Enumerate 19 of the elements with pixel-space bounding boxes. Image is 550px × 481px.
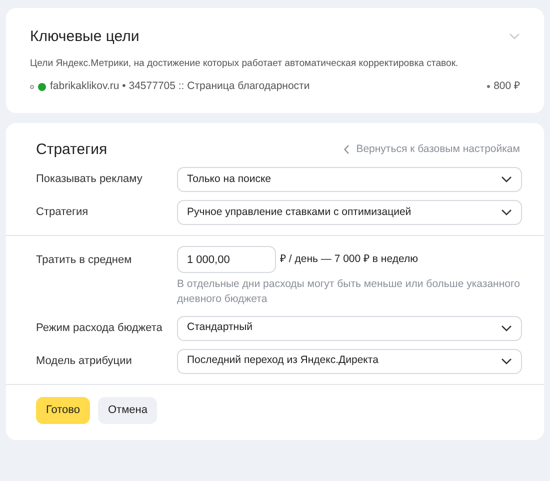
section-title: Ключевые цели bbox=[30, 27, 140, 47]
dropdown-field[interactable]: Ручное управление ставками с оптимизацией bbox=[177, 200, 522, 226]
goal-value: 800 ₽ bbox=[494, 78, 520, 94]
field-label: Показывать рекламу bbox=[36, 172, 144, 188]
dropdown-field[interactable]: Только на поиске bbox=[177, 167, 522, 192]
done-button[interactable]: Готово bbox=[36, 396, 90, 424]
dropdown-field[interactable]: Стандартный bbox=[177, 316, 522, 341]
field-label: Тратить в среднем bbox=[36, 253, 133, 268]
field-label: Режим расхода бюджета bbox=[36, 320, 164, 336]
hint-text: В отдельные дни расходы могут быть меньше или больше указанного дневного бюджета bbox=[177, 277, 521, 308]
amount-field[interactable]: 1 000,00 bbox=[177, 246, 276, 274]
field-label: Стратегия bbox=[36, 205, 90, 220]
field-label: Модель атрибуции bbox=[36, 354, 133, 369]
description-text: Цели Яндекс.Метрики, на достижение которых работает автоматическая корректировка ставок. bbox=[30, 56, 460, 70]
goal-name: fabrikaklikov.ru • 34577705 :: Страница благодарности bbox=[50, 78, 310, 94]
cancel-button[interactable]: Отмена bbox=[98, 396, 158, 424]
dropdown-field[interactable]: Последний переход из Яндекс.Директа bbox=[177, 348, 522, 374]
section-title: Стратегия bbox=[36, 140, 108, 160]
amount-suffix: ₽ / день — 7 000 ₽ в неделю bbox=[280, 252, 418, 267]
